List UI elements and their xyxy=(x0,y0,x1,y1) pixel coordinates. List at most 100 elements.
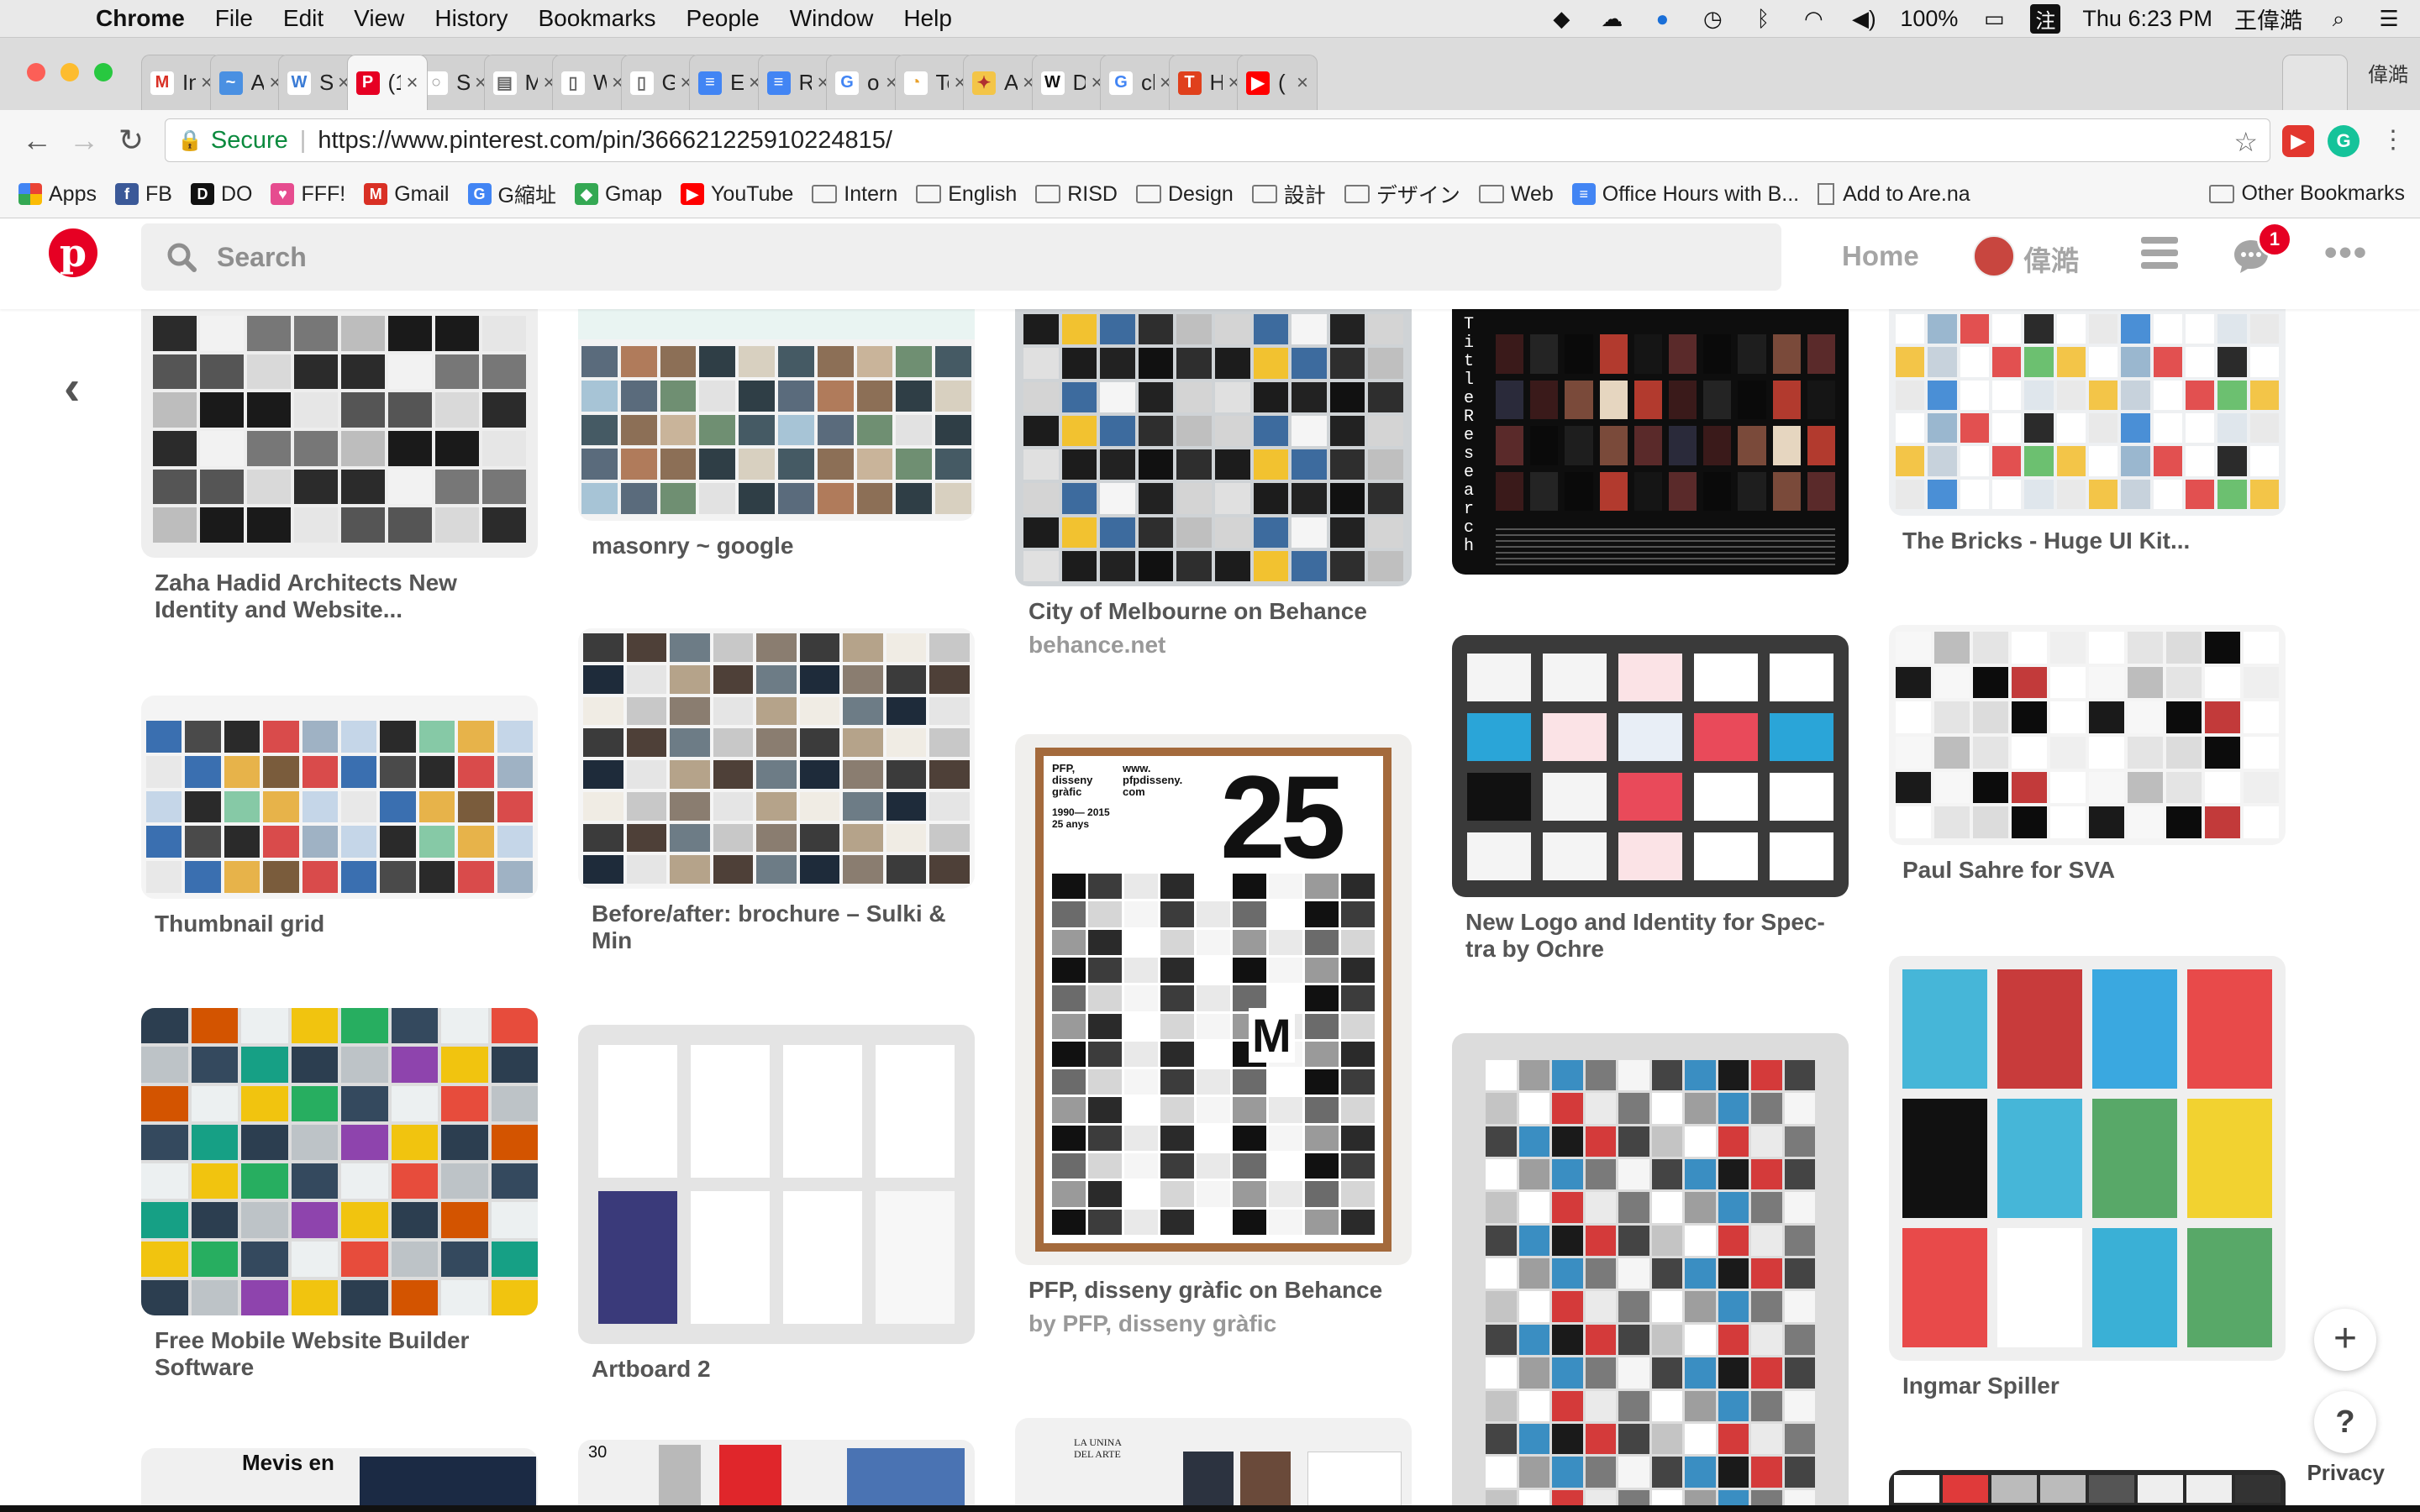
pin-card[interactable]: Free Mobile Website Builder Software xyxy=(141,1008,538,1381)
macos-menu-bar: Chrome File Edit View History Bookmarks … xyxy=(0,0,2420,38)
pin-card[interactable]: masonry ~ google xyxy=(578,309,975,559)
menu-window[interactable]: Window xyxy=(790,5,874,32)
bookmark-item[interactable]: ♥ FFF! xyxy=(271,182,345,207)
pin-card[interactable]: Paul Sahre for SVA xyxy=(1889,625,2286,884)
extension-red-icon[interactable]: ▶ xyxy=(2282,125,2314,157)
pin-card[interactable]: New Logo and Identity for Spec-tra by Oc… xyxy=(1452,635,1849,963)
pinterest-logo[interactable]: p xyxy=(49,228,97,277)
dropbox-icon[interactable]: ◆ xyxy=(1547,6,1576,31)
bookmark-star-icon[interactable]: ☆ xyxy=(2233,126,2258,158)
pin-card[interactable]: City of Melbourne on Behance behance.net xyxy=(1015,309,1412,659)
window-zoom-button[interactable] xyxy=(94,63,113,81)
menu-app-name[interactable]: Chrome xyxy=(96,5,185,32)
menubar-user[interactable]: 王偉澔 xyxy=(2234,3,2302,35)
notification-center-icon[interactable]: ☰ xyxy=(2375,6,2403,31)
chrome-menu-icon[interactable]: ⋮ xyxy=(2375,122,2412,159)
avatar[interactable] xyxy=(1973,235,2015,277)
pin-card[interactable]: TitleResearch xyxy=(1452,309,1849,586)
menu-history[interactable]: History xyxy=(434,5,508,32)
bookmark-item[interactable]: RISD xyxy=(1035,182,1118,207)
window-minimize-button[interactable] xyxy=(60,63,79,81)
tab-title: Dat xyxy=(1073,70,1086,96)
thumbnail-tile xyxy=(2089,771,2124,804)
pin-source[interactable]: behance.net xyxy=(1028,632,1398,659)
thumbnail-tile xyxy=(1685,1192,1716,1223)
other-bookmarks-folder[interactable]: Other Bookmarks xyxy=(2209,181,2405,206)
pin-card[interactable]: Mevis en xyxy=(141,1448,538,1512)
pin-card[interactable]: The Bricks - Huge UI Kit... xyxy=(1889,309,2286,554)
bookmark-item[interactable]: M Gmail xyxy=(364,182,450,207)
address-bar[interactable]: 🔒 Secure | https://www.pinterest.com/pin… xyxy=(165,118,2270,162)
pin-card[interactable]: Before/after: brochure – Sulki & Min xyxy=(578,628,975,954)
bookmark-item[interactable]: G G縮址 xyxy=(467,179,556,209)
window-close-button[interactable] xyxy=(27,63,45,81)
thumbnail-tile xyxy=(598,1191,677,1324)
menubar-clock[interactable]: Thu 6:23 PM xyxy=(2082,6,2212,32)
time-machine-icon[interactable]: ◷ xyxy=(1698,6,1727,31)
browser-tab[interactable]: P (1) F × xyxy=(346,55,428,110)
menu-bookmarks[interactable]: Bookmarks xyxy=(538,5,655,32)
url-text[interactable]: https://www.pinterest.com/pin/3666212259… xyxy=(318,127,892,155)
bookmark-item[interactable]: Intern xyxy=(812,182,897,207)
bluetooth-icon[interactable]: ᛒ xyxy=(1749,6,1777,31)
add-pin-button[interactable]: + xyxy=(2314,1309,2376,1371)
new-tab-button[interactable] xyxy=(2282,55,2348,110)
thumbnail-tile xyxy=(1052,901,1086,927)
pin-card[interactable]: Zaha Hadid Architects New Identity and W… xyxy=(141,309,538,623)
search-input[interactable]: Search xyxy=(141,223,1781,291)
bookmark-item[interactable]: Design xyxy=(1135,182,1234,207)
menu-edit[interactable]: Edit xyxy=(283,5,324,32)
bookmark-item[interactable]: D DO xyxy=(190,182,252,207)
pin-source[interactable]: by PFP, disseny gràfic xyxy=(1028,1310,1398,1337)
bookmark-item[interactable]: Web xyxy=(1478,182,1554,207)
bookmark-item[interactable]: f FB xyxy=(114,182,172,207)
menu-file[interactable]: File xyxy=(215,5,253,32)
pin-card[interactable]: Artboard 2 xyxy=(578,1025,975,1383)
hamburger-menu-icon[interactable] xyxy=(2141,237,2178,274)
volume-icon[interactable]: ◀) xyxy=(1849,6,1878,31)
grammarly-icon[interactable]: G xyxy=(2328,125,2360,157)
bookmark-item[interactable]: ▶ YouTube xyxy=(681,182,793,207)
bookmark-item[interactable]: English xyxy=(916,182,1017,207)
spotlight-search-icon[interactable]: ⌕ xyxy=(2324,6,2353,31)
creative-cloud-icon[interactable]: ☁ xyxy=(1597,6,1626,31)
thumbnail-tile xyxy=(200,430,244,466)
menu-view[interactable]: View xyxy=(354,5,404,32)
thumbnail-tile xyxy=(843,728,883,757)
thumbnail-tile xyxy=(1233,1097,1266,1123)
menu-help[interactable]: Help xyxy=(903,5,952,32)
bookmark-item[interactable]: デザイン xyxy=(1344,179,1460,209)
pin-card[interactable] xyxy=(1452,1033,1849,1512)
pin-card[interactable]: 30 xyxy=(578,1440,975,1512)
more-options-icon[interactable]: ••• xyxy=(2324,234,2368,271)
thumbnail-tile xyxy=(1552,1390,1583,1421)
help-button[interactable]: ? xyxy=(2314,1391,2376,1453)
pin-card[interactable]: PFP, disseny gràfic www. pfpdisseny. com… xyxy=(1015,734,1412,1337)
thumbnail-tile xyxy=(2088,446,2118,476)
thumbnail-tile xyxy=(660,380,697,412)
forward-arrow-icon[interactable]: → xyxy=(66,122,103,159)
reload-icon[interactable]: ↻ xyxy=(113,122,150,159)
tab-close-icon[interactable]: × xyxy=(406,71,418,95)
input-method-indicator[interactable]: 注 xyxy=(2030,3,2061,34)
home-link[interactable]: Home xyxy=(1842,240,1919,272)
bookmark-item[interactable]: Add to Are.na xyxy=(1818,182,1970,207)
profile-name[interactable]: 偉澔 xyxy=(2368,58,2408,87)
wifi-icon[interactable]: ◠ xyxy=(1799,6,1828,31)
pin-card[interactable]: Thumbnail grid xyxy=(141,696,538,937)
bookmark-item[interactable]: 設計 xyxy=(1251,179,1326,209)
menu-people[interactable]: People xyxy=(687,5,760,32)
shazam-icon[interactable]: ● xyxy=(1648,6,1676,31)
bookmark-item[interactable]: ≡ Office Hours with B... xyxy=(1571,182,1799,207)
pin-card[interactable]: Ingmar Spiller xyxy=(1889,956,2286,1399)
privacy-link[interactable]: Privacy xyxy=(2307,1460,2385,1486)
back-chevron-icon[interactable]: ‹ xyxy=(64,360,80,416)
browser-tab[interactable]: ▶ (× xyxy=(1237,55,1318,110)
battery-icon[interactable]: ▭ xyxy=(1980,6,2008,31)
bookmark-item[interactable]: Apps xyxy=(18,182,97,207)
bookmark-item[interactable]: ◆ Gmap xyxy=(574,182,662,207)
tab-close-icon[interactable]: × xyxy=(1297,71,1308,95)
profile-link[interactable]: 偉澔 xyxy=(2023,239,2079,279)
pin-card[interactable]: LA UNINA DEL ARTE xyxy=(1015,1418,1412,1512)
back-arrow-icon[interactable]: ← xyxy=(18,122,55,159)
